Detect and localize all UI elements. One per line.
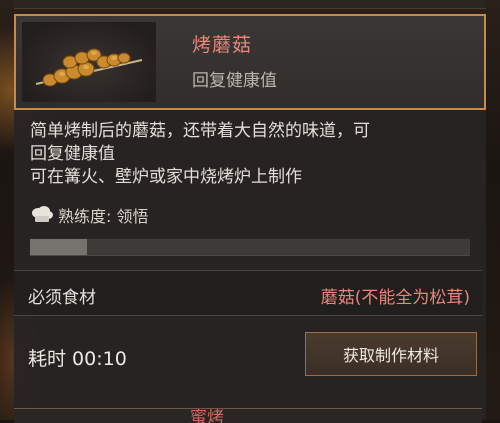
recipe-detail-panel: 烤蘑菇 回复健康值 简单烤制后的蘑菇，还带着大自然的味道，可 回复健康值 可在篝… xyxy=(14,14,486,423)
divider xyxy=(14,315,482,316)
description-line: 回复健康值 xyxy=(30,144,115,164)
item-description: 简单烤制后的蘑菇，还带着大自然的味道，可 回复健康值 可在篝火、壁炉或家中烧烤炉… xyxy=(30,120,482,189)
required-ingredients-value: 蘑菇(不能全为松茸) xyxy=(320,288,470,308)
proficiency-label: 熟练度: 领悟 xyxy=(58,207,149,226)
required-ingredients-label: 必须食材 xyxy=(28,288,96,308)
chef-hat-icon xyxy=(30,206,54,224)
get-materials-button[interactable]: 获取制作材料 xyxy=(305,332,477,376)
description-line: 简单烤制后的蘑菇，还带着大自然的味道，可 xyxy=(30,121,370,141)
next-recipe-name: 蜜烤 xyxy=(190,408,224,423)
mushroom-skewer-icon xyxy=(22,22,156,102)
proficiency-progress-fill xyxy=(30,239,88,255)
craft-time: 耗时 00:10 xyxy=(28,348,127,370)
required-ingredients-row: 必须食材 蘑菇(不能全为松茸) xyxy=(14,271,482,315)
item-effect: 回复健康值 xyxy=(192,71,277,91)
previous-card-edge xyxy=(14,0,486,9)
recipe-header-card[interactable]: 烤蘑菇 回复健康值 xyxy=(14,14,486,110)
proficiency-progress-bar xyxy=(30,238,470,256)
proficiency-row: 熟练度: 领悟 xyxy=(30,204,148,226)
description-line: 可在篝火、壁炉或家中烧烤炉上制作 xyxy=(30,167,302,187)
next-recipe-card[interactable]: 蜜烤 xyxy=(14,408,482,423)
item-name: 烤蘑菇 xyxy=(192,34,253,56)
